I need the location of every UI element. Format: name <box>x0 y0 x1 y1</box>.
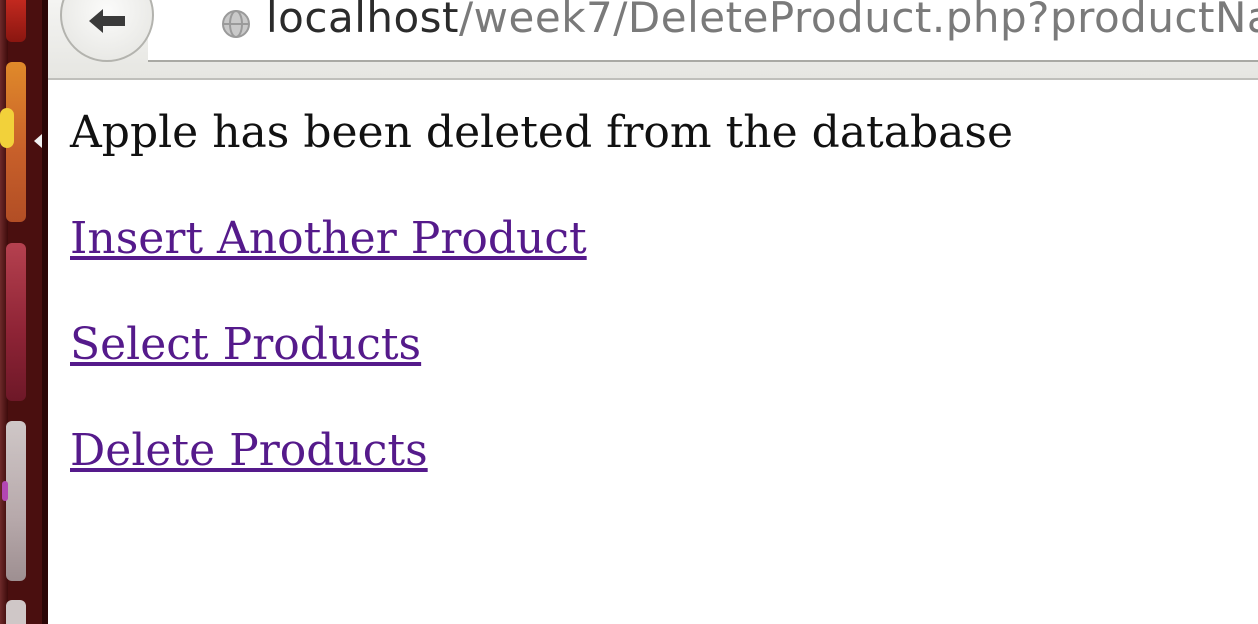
launcher-app-icon[interactable] <box>2 421 26 581</box>
launcher <box>0 0 48 624</box>
launcher-divider <box>42 0 48 624</box>
insert-product-link[interactable]: Insert Another Product <box>70 208 587 270</box>
globe-icon <box>222 10 250 38</box>
active-app-indicator-icon <box>34 134 42 148</box>
page-content: Apple has been deleted from the database… <box>70 80 1250 482</box>
launcher-app-icon[interactable] <box>6 600 26 624</box>
arrow-left-icon <box>89 9 125 33</box>
select-products-link[interactable]: Select Products <box>70 314 421 376</box>
launcher-app-icon[interactable] <box>0 62 26 222</box>
status-message: Apple has been deleted from the database <box>70 107 1013 158</box>
back-button[interactable] <box>60 0 154 62</box>
app-glyph-icon <box>2 481 8 501</box>
app-glyph-icon <box>0 108 14 148</box>
url-bar[interactable]: localhost/week7/DeleteProduct.php?produc… <box>148 0 1258 62</box>
browser-navbar: localhost/week7/DeleteProduct.php?produc… <box>48 0 1258 80</box>
url-path: /week7/DeleteProduct.php?productNa <box>459 0 1258 42</box>
launcher-app-icon[interactable] <box>6 0 26 42</box>
url-host: localhost <box>266 0 460 42</box>
url-text[interactable]: localhost/week7/DeleteProduct.php?produc… <box>266 0 1258 46</box>
delete-products-link[interactable]: Delete Products <box>70 420 428 482</box>
launcher-app-icon[interactable] <box>6 243 26 401</box>
link-list: Insert Another Product Select Products D… <box>70 164 1250 482</box>
